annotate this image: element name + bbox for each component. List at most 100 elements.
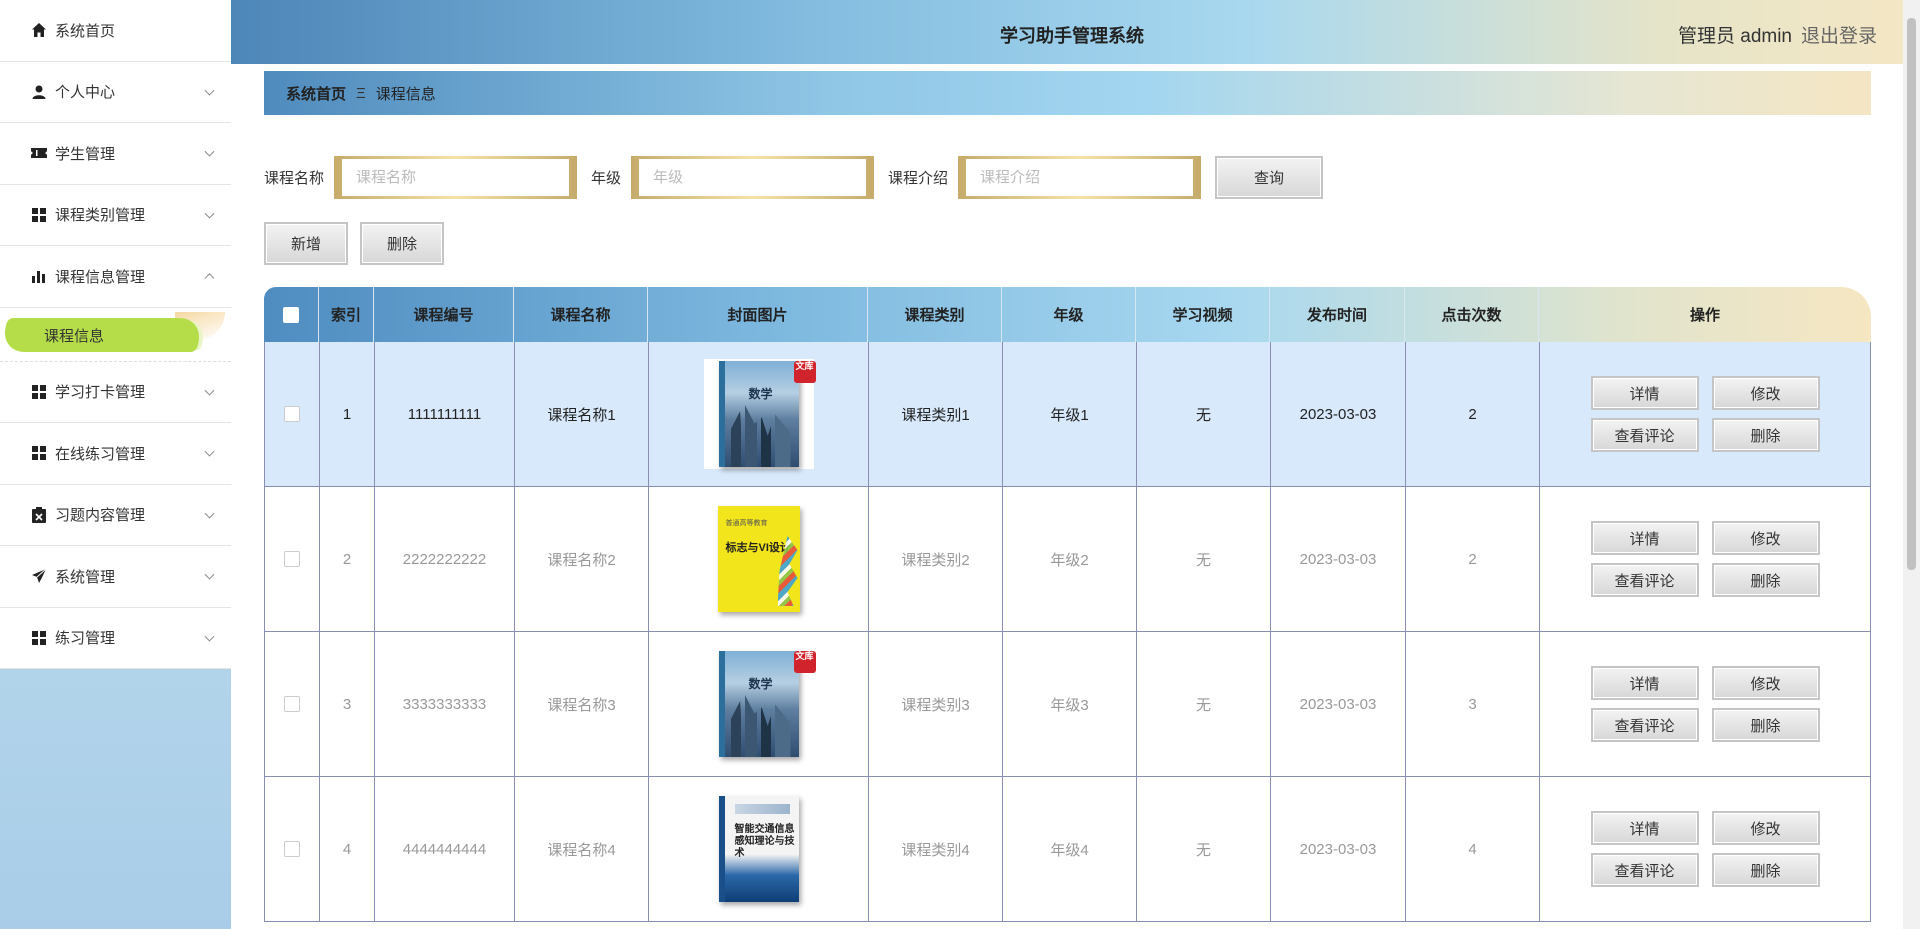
sidebar-item-course-info[interactable]: 课程信息管理 bbox=[0, 246, 231, 308]
delete-button[interactable]: 删除 bbox=[1711, 418, 1820, 452]
sidebar-item-practice[interactable]: 练习管理 bbox=[0, 608, 231, 669]
clicks-cell: 2 bbox=[1406, 342, 1540, 486]
table-row[interactable]: 4 4444444444 课程名称4 智能交通信息感知理论与技术 课程类别4 年… bbox=[264, 777, 1871, 922]
sidebar-item-label: 课程类别管理 bbox=[55, 207, 146, 225]
cover-cell: 数学 文库 bbox=[649, 632, 869, 776]
edit-button[interactable]: 修改 bbox=[1711, 666, 1820, 700]
cover-image: 智能交通信息感知理论与技术 bbox=[704, 794, 814, 904]
date-cell: 2023-03-03 bbox=[1271, 487, 1406, 631]
sidebar-item-label: 习题内容管理 bbox=[55, 507, 146, 525]
sidebar-item-label: 个人中心 bbox=[55, 84, 116, 102]
sidebar-subitem-course-info[interactable]: 课程信息 bbox=[0, 307, 231, 362]
category-cell: 课程类别3 bbox=[869, 632, 1003, 776]
table-row[interactable]: 2 2222222222 课程名称2 普通高等教育 标志与VI设计 课程类别2 … bbox=[264, 487, 1871, 632]
table-row[interactable]: 3 3333333333 课程名称3 数学 文库 课程类别3 年级3 无 202… bbox=[264, 632, 1871, 777]
chevron-down-icon bbox=[204, 446, 215, 457]
row-checkbox[interactable] bbox=[284, 406, 300, 422]
sidebar-item-students[interactable]: 学生管理 bbox=[0, 123, 231, 185]
detail-button[interactable]: 详情 bbox=[1590, 376, 1699, 410]
chevron-down-icon bbox=[204, 508, 215, 519]
row-select-cell bbox=[265, 487, 320, 631]
name-cell: 课程名称2 bbox=[515, 487, 649, 631]
sidebar-item-label: 学生管理 bbox=[55, 145, 116, 163]
delete-button[interactable]: 删除 bbox=[1711, 563, 1820, 597]
view-comments-button[interactable]: 查看评论 bbox=[1590, 418, 1699, 452]
send-icon bbox=[30, 567, 48, 585]
course-name-field-frame bbox=[334, 155, 578, 199]
sidebar-item-course-category[interactable]: 课程类别管理 bbox=[0, 185, 231, 246]
table-row[interactable]: 1 1111111111 课程名称1 数学 文库 课程类别1 年级1 无 202… bbox=[264, 342, 1871, 487]
code-cell: 4444444444 bbox=[375, 777, 515, 921]
edit-button[interactable]: 修改 bbox=[1711, 376, 1820, 410]
stamp: 文库 bbox=[793, 361, 816, 383]
sidebar-item-profile[interactable]: 个人中心 bbox=[0, 62, 231, 123]
sidebar-item-checkin[interactable]: 学习打卡管理 bbox=[0, 362, 231, 423]
cover-cell: 数学 文库 bbox=[649, 342, 869, 486]
breadcrumb: 系统首页 Ξ 课程信息 bbox=[264, 71, 1871, 115]
user-label: 管理员 admin bbox=[1677, 26, 1792, 47]
grade-input[interactable] bbox=[639, 158, 867, 196]
logout-link[interactable]: 退出登录 bbox=[1801, 21, 1877, 48]
code-cell: 1111111111 bbox=[375, 342, 515, 486]
date-cell: 2023-03-03 bbox=[1271, 632, 1406, 776]
sidebar-item-home[interactable]: 系统首页 bbox=[0, 0, 231, 62]
traffic-book-cover: 智能交通信息感知理论与技术 bbox=[718, 796, 799, 902]
ticket-icon bbox=[30, 144, 48, 162]
edit-button[interactable]: 修改 bbox=[1711, 521, 1820, 555]
cover-image: 普通高等教育 标志与VI设计 bbox=[704, 504, 814, 614]
delete-button[interactable]: 删除 bbox=[1711, 708, 1820, 742]
column-header: 操作 bbox=[1689, 307, 1720, 324]
cover-title: 标志与VI设计 bbox=[725, 542, 791, 554]
detail-button[interactable]: 详情 bbox=[1590, 521, 1699, 555]
grid-icon bbox=[30, 444, 48, 462]
cover-image: 数学 文库 bbox=[703, 359, 816, 469]
sidebar-item-online-practice[interactable]: 在线练习管理 bbox=[0, 423, 231, 485]
detail-button[interactable]: 详情 bbox=[1590, 666, 1699, 700]
operations-cell: 详情 修改 查看评论 删除 bbox=[1540, 487, 1870, 631]
cover-title: 数学 bbox=[748, 677, 773, 691]
grade-cell: 年级3 bbox=[1003, 632, 1137, 776]
breadcrumb-home[interactable]: 系统首页 bbox=[286, 83, 346, 104]
grade-cell: 年级2 bbox=[1003, 487, 1137, 631]
query-button[interactable]: 查询 bbox=[1215, 155, 1324, 199]
bulk-delete-button[interactable]: 删除 bbox=[360, 222, 444, 265]
action-bar: 新增 删除 bbox=[264, 222, 444, 265]
sidebar-item-exercise-content[interactable]: 习题内容管理 bbox=[0, 485, 231, 546]
view-comments-button[interactable]: 查看评论 bbox=[1590, 853, 1699, 887]
cover-cell: 智能交通信息感知理论与技术 bbox=[649, 777, 869, 921]
select-all-checkbox[interactable] bbox=[283, 306, 299, 323]
add-button[interactable]: 新增 bbox=[264, 222, 348, 265]
app-title: 学习助手管理系统 bbox=[1000, 26, 1144, 46]
course-intro-label: 课程介绍 bbox=[888, 169, 949, 187]
grade-field-frame bbox=[631, 155, 875, 199]
edit-button[interactable]: 修改 bbox=[1711, 811, 1820, 845]
course-name-input[interactable] bbox=[342, 158, 570, 196]
operations-cell: 详情 修改 查看评论 删除 bbox=[1540, 342, 1870, 486]
detail-button[interactable]: 详情 bbox=[1590, 811, 1699, 845]
sidebar-item-system[interactable]: 系统管理 bbox=[0, 546, 231, 608]
grade-cell: 年级1 bbox=[1003, 342, 1137, 486]
view-comments-button[interactable]: 查看评论 bbox=[1590, 708, 1699, 742]
scrollbar-thumb[interactable] bbox=[1907, 18, 1916, 570]
column-header: 课程类别 bbox=[868, 287, 1002, 342]
top-header: 学习助手管理系统 管理员 admin 退出登录 bbox=[231, 0, 1920, 64]
row-checkbox[interactable] bbox=[284, 551, 300, 567]
page-scrollbar[interactable] bbox=[1903, 0, 1920, 929]
name-cell: 课程名称1 bbox=[515, 342, 649, 486]
index-cell: 1 bbox=[320, 342, 375, 486]
sidebar-item-label: 系统首页 bbox=[55, 22, 116, 40]
row-select-cell bbox=[265, 342, 320, 486]
cover-title: 智能交通信息感知理论与技术 bbox=[734, 824, 795, 859]
math-book-cover: 数学 bbox=[718, 651, 799, 757]
grade-cell: 年级4 bbox=[1003, 777, 1137, 921]
chevron-down-icon bbox=[204, 208, 215, 219]
course-intro-input[interactable] bbox=[966, 158, 1194, 196]
name-cell: 课程名称4 bbox=[515, 777, 649, 921]
view-comments-button[interactable]: 查看评论 bbox=[1590, 563, 1699, 597]
delete-button[interactable]: 删除 bbox=[1711, 853, 1820, 887]
chevron-down-icon bbox=[204, 385, 215, 396]
cover-title: 数学 bbox=[748, 387, 773, 401]
column-header: 封面图片 bbox=[648, 287, 868, 342]
row-checkbox[interactable] bbox=[284, 841, 300, 857]
row-checkbox[interactable] bbox=[284, 696, 300, 712]
